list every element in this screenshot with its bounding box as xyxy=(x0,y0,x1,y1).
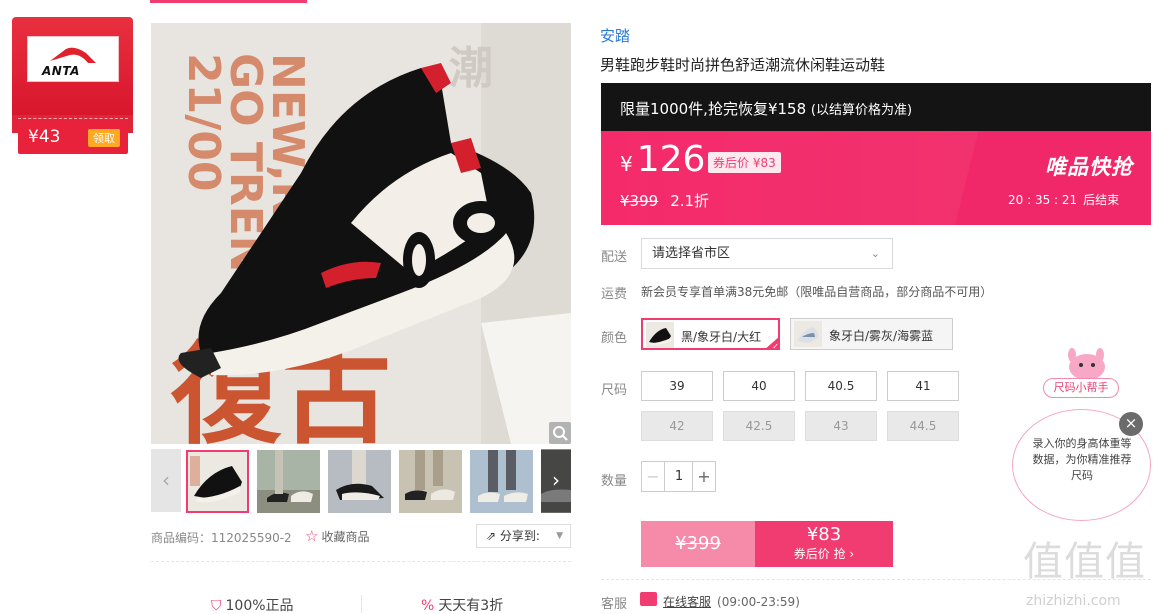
buy-original-price-button[interactable]: ¥399 xyxy=(641,521,755,567)
buy-coupon-price: ¥83 xyxy=(806,524,842,545)
size-option-42: 42 xyxy=(641,411,713,441)
brand-link[interactable]: 安踏 xyxy=(600,25,630,46)
freight-text: 新会员专享首单满38元免邮（限唯品自营商品，部分商品不可用） xyxy=(641,285,993,299)
shoe-image: 21/00 GO TREN NEW,RETRO 潮 復古 xyxy=(151,23,571,444)
guarantee-discount: % 天天有3折 xyxy=(421,595,503,614)
guarantee-separator xyxy=(361,595,362,613)
coupon-perforation xyxy=(18,118,128,119)
product-title: 男鞋跑步鞋时尚拼色舒适潮流休闲鞋运动鞋 xyxy=(600,56,886,74)
size-option-43: 43 xyxy=(805,411,877,441)
guarantee-label: 天天有3折 xyxy=(438,598,504,614)
countdown-suffix: 后结束 xyxy=(1083,193,1120,207)
size-option-42-5: 42.5 xyxy=(723,411,795,441)
guarantee-label: 100%正品 xyxy=(225,598,294,614)
thumbnail-5[interactable] xyxy=(470,450,533,513)
share-label: 分享到: xyxy=(499,529,540,543)
price-value: 126 xyxy=(636,139,706,180)
sku-value: 112025590-2 xyxy=(211,531,292,545)
anta-logo: ANTA xyxy=(27,36,119,82)
divider xyxy=(151,561,571,562)
size-option-40-5[interactable]: 40.5 xyxy=(805,371,877,401)
thumbnail-4[interactable] xyxy=(399,450,462,513)
limit-text: 限量1000件,抢完恢复¥158 xyxy=(620,100,807,118)
anta-logo-text: ANTA xyxy=(42,64,80,78)
color-name: 黑/象牙白/大红 xyxy=(681,330,762,344)
discount-label: 2.1折 xyxy=(670,192,710,210)
watermark-logo: 值值值 xyxy=(1023,539,1146,585)
buy-original-price: ¥399 xyxy=(675,533,721,554)
currency-symbol: ¥ xyxy=(620,152,633,176)
product-main-image[interactable]: 21/00 GO TREN NEW,RETRO 潮 復古 xyxy=(151,23,571,444)
quantity-minus-button[interactable]: − xyxy=(642,462,665,491)
limit-note: (以结算价格为准) xyxy=(810,103,913,118)
mascot-icon xyxy=(1068,348,1105,380)
favorite-button[interactable]: ☆ 收藏商品 xyxy=(305,527,369,545)
promo-limit-bar: 限量1000件,抢完恢复¥158 (以结算价格为准) xyxy=(601,83,1151,131)
size-helper-text: 录入你的身高体重等数据，为你精准推荐尺码 xyxy=(1032,437,1132,482)
size-label: 尺码 xyxy=(601,383,628,398)
thumbnail-prev-button[interactable]: ‹ xyxy=(151,449,181,512)
guarantee-authentic: ⛉ 100%正品 xyxy=(211,595,294,614)
thumbnail-1[interactable] xyxy=(186,450,249,513)
quantity-label: 数量 xyxy=(601,474,628,489)
poster-cn-small: 潮 xyxy=(449,43,493,94)
color-swatch xyxy=(794,321,822,347)
claim-coupon-button[interactable]: 领取 xyxy=(88,129,120,147)
color-option-black[interactable]: 黑/象牙白/大红 ✓ xyxy=(641,318,780,350)
active-tab-indicator xyxy=(150,0,307,3)
quantity-input[interactable]: 1 xyxy=(665,462,693,491)
close-icon[interactable]: × xyxy=(1119,412,1143,436)
store-coupon[interactable]: ANTA ¥43 领取 xyxy=(12,17,133,154)
original-price: ¥399 2.1折 xyxy=(620,190,709,211)
chevron-down-icon: ⌄ xyxy=(870,247,880,260)
star-icon: ☆ xyxy=(305,527,319,545)
percent-icon: % xyxy=(421,598,435,614)
service-label: 客服 xyxy=(601,597,628,612)
after-coupon-badge: 券后价 ¥83 xyxy=(708,152,781,173)
online-service-link[interactable]: 在线客服 xyxy=(663,595,711,609)
color-swatch xyxy=(646,322,674,348)
color-label: 颜色 xyxy=(601,331,628,346)
quantity-stepper: − 1 + xyxy=(641,461,716,492)
flash-sale-logo: 唯品快抢 xyxy=(1045,155,1133,179)
magnifier-icon xyxy=(553,426,568,441)
chat-icon xyxy=(640,592,657,606)
countdown-value: 20 : 35 : 21 xyxy=(1008,193,1078,207)
thumbnail-2[interactable] xyxy=(257,450,320,513)
size-helper-tag[interactable]: 尺码小帮手 xyxy=(1043,378,1119,398)
favorite-label: 收藏商品 xyxy=(321,530,370,544)
share-button[interactable]: ⇗ 分享到: ▼ xyxy=(476,524,571,548)
sku-code: 商品编码：112025590-2 xyxy=(151,529,292,546)
watermark-url: zhizhizhi.com xyxy=(1026,593,1121,609)
current-price: ¥126 xyxy=(620,139,705,180)
caret-down-icon: ▼ xyxy=(556,531,563,541)
buy-coupon-action: 券后价 抢 › xyxy=(793,547,855,561)
size-option-40[interactable]: 40 xyxy=(723,371,795,401)
color-name: 象牙白/雾灰/海雾蓝 xyxy=(829,329,934,343)
size-option-41[interactable]: 41 xyxy=(887,371,959,401)
countdown-timer: 20 : 35 : 21 后结束 xyxy=(1008,191,1119,208)
shield-icon: ⛉ xyxy=(211,598,222,614)
coupon-body: ¥43 领取 xyxy=(18,120,128,154)
sku-label: 商品编码： xyxy=(151,531,212,545)
size-option-39[interactable]: 39 xyxy=(641,371,713,401)
shipping-label: 配送 xyxy=(601,250,628,265)
thumbnail-3[interactable] xyxy=(328,450,391,513)
share-icon: ⇗ xyxy=(486,529,500,543)
zoom-button[interactable] xyxy=(549,422,571,444)
customer-service: 在线客服 (09:00-23:59) xyxy=(663,593,800,610)
coupon-header: ANTA xyxy=(12,17,133,117)
thumbnail-next-button[interactable]: › xyxy=(541,449,571,512)
region-placeholder: 请选择省市区 xyxy=(652,246,731,261)
selected-check-icon: ✓ xyxy=(764,336,780,350)
coupon-price: ¥43 xyxy=(28,127,61,147)
quantity-plus-button[interactable]: + xyxy=(692,462,715,491)
buy-with-coupon-button[interactable]: ¥83 券后价 抢 › xyxy=(755,521,893,567)
service-hours: (09:00-23:59) xyxy=(717,595,800,609)
region-select[interactable]: 请选择省市区 ⌄ xyxy=(641,238,893,269)
size-option-44-5: 44.5 xyxy=(887,411,959,441)
color-option-ivory[interactable]: 象牙白/雾灰/海雾蓝 xyxy=(790,318,953,350)
freight-label: 运费 xyxy=(601,287,628,302)
original-price-value: ¥399 xyxy=(620,192,659,210)
